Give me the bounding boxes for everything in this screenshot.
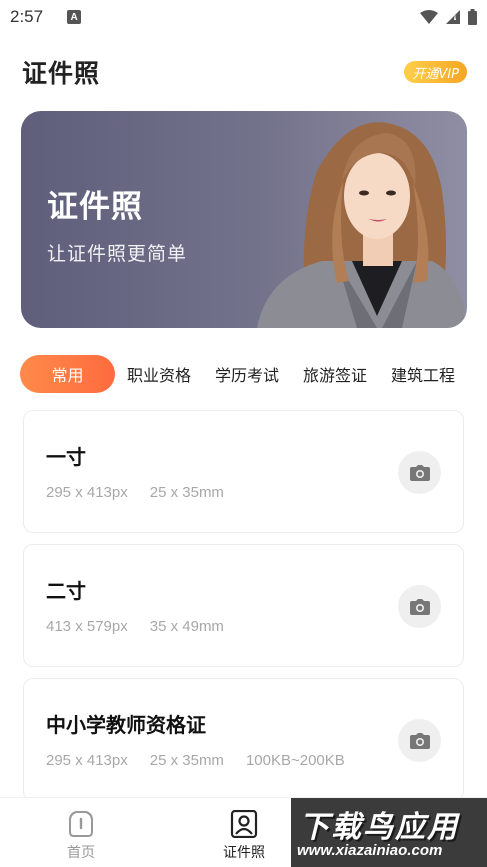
vip-button[interactable]: 开通VIP xyxy=(404,61,467,83)
size-card-2inch[interactable]: 二寸 413 x 579px 35 x 49mm xyxy=(23,544,464,667)
file-size: 100KB~200KB xyxy=(245,752,345,769)
banner-title: 证件照 xyxy=(47,189,143,225)
tab-education[interactable]: 学历考试 xyxy=(203,355,291,393)
pixel-size: 295 x 413px xyxy=(46,484,128,501)
tab-common[interactable]: 常用 xyxy=(20,355,115,393)
size-card-1inch[interactable]: 一寸 295 x 413px 25 x 35mm xyxy=(23,410,464,533)
camera-icon xyxy=(409,732,430,749)
nav-home[interactable]: 首页 xyxy=(46,810,116,862)
header: 证件照 开通VIP xyxy=(22,52,467,92)
banner[interactable]: 证件照 让证件照更简单 xyxy=(21,111,467,328)
card-title: 二寸 xyxy=(46,579,86,603)
status-icons xyxy=(420,9,477,25)
print-size: 25 x 35mm xyxy=(149,484,224,501)
signal-icon xyxy=(446,10,460,24)
pixel-size: 413 x 579px xyxy=(46,618,128,635)
category-tabs: 常用 职业资格 学历考试 旅游签证 建筑工程 xyxy=(20,355,487,393)
camera-icon xyxy=(409,464,430,481)
wifi-icon xyxy=(420,10,438,24)
camera-icon xyxy=(409,598,430,615)
card-specs: 295 x 413px 25 x 35mm xyxy=(46,484,224,501)
banner-subtitle: 让证件照更简单 xyxy=(47,243,188,265)
watermark: 下载鸟应用 www.xiazainiao.com xyxy=(291,798,487,867)
print-size: 35 x 49mm xyxy=(149,618,224,635)
camera-button[interactable] xyxy=(398,719,441,762)
status-time: 2:57 xyxy=(10,7,44,26)
nav-home-label: 首页 xyxy=(67,845,95,861)
nav-idphoto[interactable]: 证件照 xyxy=(209,810,279,862)
home-icon xyxy=(69,811,93,837)
tab-professional[interactable]: 职业资格 xyxy=(115,355,203,393)
watermark-url: www.xiazainiao.com xyxy=(297,842,443,859)
card-specs: 295 x 413px 25 x 35mm 100KB~200KB xyxy=(46,752,345,769)
camera-button[interactable] xyxy=(398,451,441,494)
camera-button[interactable] xyxy=(398,585,441,628)
status-bar: 2:57 A xyxy=(0,0,487,34)
watermark-title: 下载鸟应用 xyxy=(299,810,459,845)
tab-visa[interactable]: 旅游签证 xyxy=(291,355,379,393)
card-specs: 413 x 579px 35 x 49mm xyxy=(46,618,224,635)
battery-icon xyxy=(468,9,477,25)
person-id-icon xyxy=(230,810,258,838)
print-size: 25 x 35mm xyxy=(149,752,224,769)
pixel-size: 295 x 413px xyxy=(46,752,128,769)
page-title: 证件照 xyxy=(22,59,101,88)
portrait-photo xyxy=(257,122,467,328)
size-card-teacher-cert[interactable]: 中小学教师资格证 295 x 413px 25 x 35mm 100KB~200… xyxy=(23,678,464,801)
card-title: 一寸 xyxy=(46,445,86,469)
notification-icon: A xyxy=(67,10,82,24)
nav-idphoto-label: 证件照 xyxy=(223,845,265,861)
tab-construction[interactable]: 建筑工程 xyxy=(379,355,467,393)
card-title: 中小学教师资格证 xyxy=(46,713,206,737)
